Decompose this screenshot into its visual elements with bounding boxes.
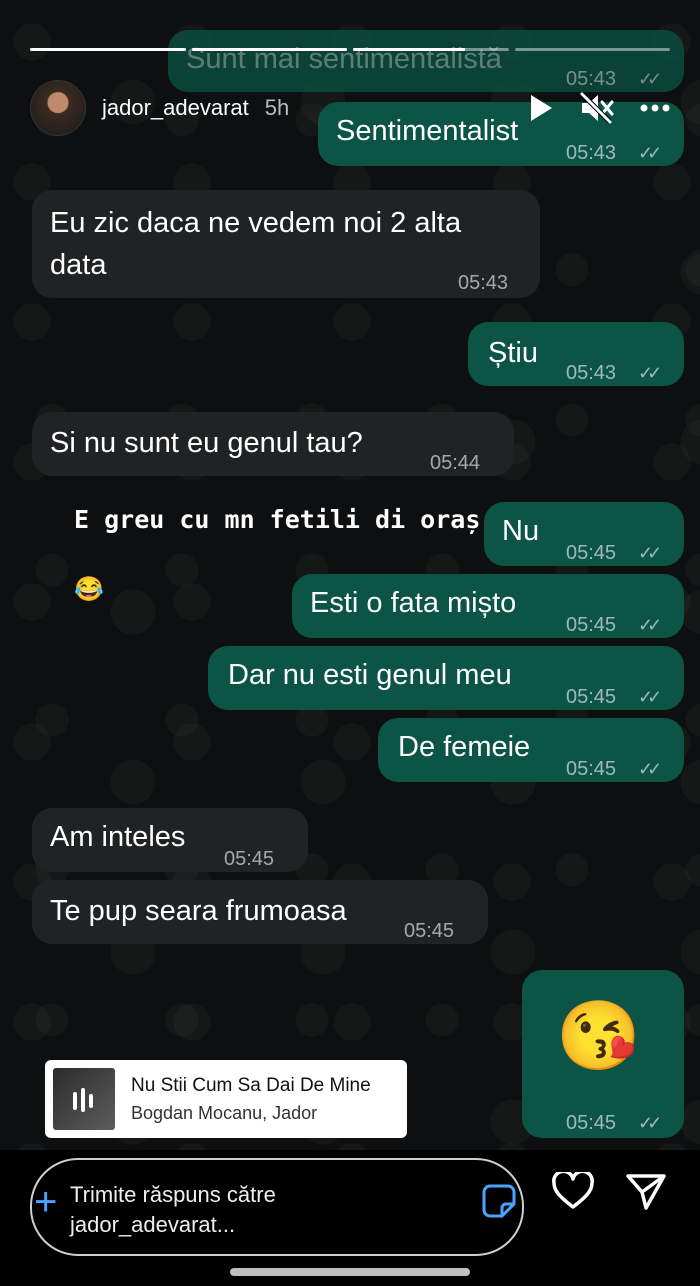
message-bubble-outgoing: Nu 05:45 ✓✓ — [484, 502, 684, 566]
read-ticks-icon: ✓✓ — [638, 1113, 662, 1133]
laughing-emoji: 😂 — [74, 576, 104, 603]
message-bubble-outgoing: Știu 05:43 ✓✓ — [468, 322, 684, 386]
message-bubble-incoming: Am inteles 05:45 — [32, 808, 308, 872]
message-text: Te pup seara frumoasa — [50, 895, 347, 927]
message-text: Am inteles — [50, 821, 186, 853]
message-time: 05:45 — [566, 1112, 617, 1134]
message-text: Știu — [488, 337, 538, 369]
heart-icon[interactable] — [552, 1169, 594, 1215]
equalizer-icon — [73, 1088, 93, 1112]
reply-placeholder: Trimite răspuns către jador_adevarat... — [70, 1182, 276, 1237]
avatar[interactable] — [30, 80, 86, 136]
speaker-muted-icon[interactable] — [580, 92, 614, 124]
kiss-emoji: 😘 — [556, 998, 641, 1074]
more-horizontal-icon[interactable] — [640, 104, 670, 112]
message-text: Si nu sunt eu genul tau? — [50, 427, 363, 459]
read-ticks-icon: ✓✓ — [638, 363, 662, 383]
story-progress-segment — [30, 48, 186, 51]
read-ticks-icon: ✓✓ — [638, 543, 662, 563]
album-art — [53, 1068, 115, 1130]
message-text: Esti o fata mișto — [310, 587, 517, 619]
reply-input[interactable]: + Trimite răspuns către jador_adevarat..… — [30, 1158, 524, 1256]
read-ticks-icon: ✓✓ — [638, 687, 662, 707]
message-text: Dar nu esti genul meu — [228, 659, 512, 691]
message-bubble-incoming: Eu zic daca ne vedem noi 2 alta data 05:… — [32, 190, 540, 298]
message-text: Sunt mai sentimentalistă — [186, 43, 502, 75]
music-sticker[interactable]: Nu Stii Cum Sa Dai De Mine Bogdan Mocanu… — [45, 1060, 407, 1138]
message-text: Nu — [502, 515, 540, 547]
message-text: Eu zic daca ne vedem noi 2 alta data — [50, 207, 462, 281]
message-time: 05:45 — [566, 542, 617, 564]
sticker-icon[interactable] — [482, 1184, 516, 1223]
message-bubble-outgoing: 😘 05:45 ✓✓ — [522, 970, 684, 1138]
message-bubble-incoming: Si nu sunt eu genul tau? 05:44 — [32, 412, 514, 476]
story-header: jador_adevarat 5h — [30, 78, 670, 138]
plus-icon[interactable]: + — [34, 1182, 57, 1222]
message-time: 05:45 — [404, 920, 455, 942]
message-text: De femeie — [398, 731, 531, 763]
story-footer: + Trimite răspuns către jador_adevarat..… — [0, 1150, 700, 1286]
story-progress-segment — [514, 48, 670, 51]
story-progress — [30, 48, 670, 52]
message-time: 05:45 — [566, 686, 617, 708]
username[interactable]: jador_adevarat — [102, 95, 249, 121]
play-icon[interactable] — [528, 93, 554, 123]
story-progress-segment — [353, 48, 509, 51]
home-indicator — [230, 1268, 470, 1276]
song-title: Nu Stii Cum Sa Dai De Mine — [131, 1074, 371, 1096]
message-time: 05:44 — [430, 452, 481, 474]
story-caption: E greu cu mn fetili di oraș — [74, 505, 481, 534]
story-progress-segment — [191, 48, 347, 51]
message-bubble-outgoing: De femeie 05:45 ✓✓ — [378, 718, 684, 782]
send-icon[interactable] — [626, 1172, 666, 1215]
song-artist: Bogdan Mocanu, Jador — [131, 1102, 318, 1123]
message-time: 05:45 — [224, 848, 275, 870]
message-time: 05:43 — [566, 142, 617, 164]
message-time: 05:45 — [566, 758, 617, 780]
read-ticks-icon: ✓✓ — [638, 143, 662, 163]
message-bubble-incoming: Te pup seara frumoasa 05:45 — [32, 880, 488, 944]
message-time: 05:45 — [566, 614, 617, 636]
message-time: 05:43 — [566, 362, 617, 384]
story-age: 5h — [264, 95, 290, 120]
read-ticks-icon: ✓✓ — [638, 759, 662, 779]
read-ticks-icon: ✓✓ — [638, 615, 662, 635]
message-bubble-outgoing: Dar nu esti genul meu 05:45 ✓✓ — [208, 646, 684, 710]
message-time: 05:43 — [458, 272, 509, 294]
message-bubble-outgoing: Esti o fata mișto 05:45 ✓✓ — [292, 574, 684, 638]
